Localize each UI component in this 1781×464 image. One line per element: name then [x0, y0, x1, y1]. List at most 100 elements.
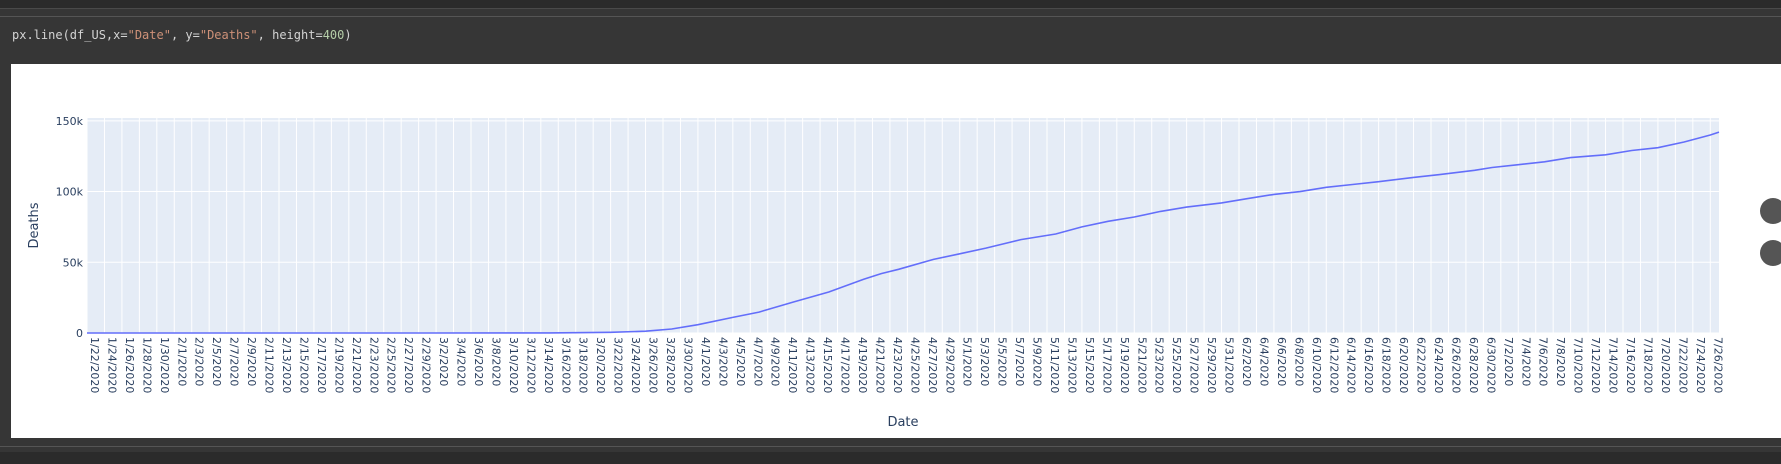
side-action-button[interactable]	[1760, 240, 1781, 266]
x-tick-label: 4/23/2020	[891, 337, 904, 393]
x-tick-label: 1/22/2020	[88, 337, 101, 393]
plot-output-panel: 1/22/2020 1/24/2020 1/26/2020 1/28/2020 1/30…	[11, 64, 1781, 438]
x-tick-label: 5/3/2020	[978, 337, 991, 386]
x-tick-label: 3/14/2020	[542, 337, 555, 393]
x-tick-label: 6/24/2020	[1432, 337, 1445, 393]
x-tick-label: 4/19/2020	[856, 337, 869, 393]
x-tick-label: 5/7/2020	[1013, 337, 1026, 386]
x-tick-label: 2/11/2020	[263, 337, 276, 393]
x-tick-label: 4/5/2020	[734, 337, 747, 386]
x-tick-label: 3/20/2020	[594, 337, 607, 393]
x-tick-label: 2/19/2020	[332, 337, 345, 393]
x-tick-label: 6/14/2020	[1345, 337, 1358, 393]
x-tick-label: 6/8/2020	[1292, 337, 1305, 386]
x-tick-label: 7/4/2020	[1519, 337, 1532, 386]
x-tick-label: 2/15/2020	[297, 337, 310, 393]
x-tick-label: 5/11/2020	[1048, 337, 1061, 393]
x-tick-label: 5/9/2020	[1031, 337, 1044, 386]
x-tick-label: 7/6/2020	[1537, 337, 1550, 386]
x-tick-label: 6/2/2020	[1240, 337, 1253, 386]
code-text: )	[344, 28, 352, 42]
code-text: , y=	[170, 28, 200, 42]
x-tick-label: 4/1/2020	[699, 337, 712, 386]
x-tick-label: 4/29/2020	[943, 337, 956, 393]
code-cell[interactable]: px.line(df_US,x="Date", y="Deaths", heig…	[12, 28, 352, 42]
x-tick-label: 3/10/2020	[507, 337, 520, 393]
x-tick-label: 7/8/2020	[1554, 337, 1567, 386]
x-tick-label: 3/22/2020	[612, 337, 625, 393]
x-tick-label: 6/12/2020	[1327, 337, 1340, 393]
x-tick-label: 2/7/2020	[228, 337, 241, 386]
x-tick-label: 3/24/2020	[629, 337, 642, 393]
x-tick-label: 6/20/2020	[1397, 337, 1410, 393]
x-tick-label: 7/18/2020	[1641, 337, 1654, 393]
code-text: px.line(df_US,x=	[12, 28, 128, 42]
x-tick-label: 3/12/2020	[524, 337, 537, 393]
x-tick-label: 5/29/2020	[1205, 337, 1218, 393]
x-tick-label: 6/22/2020	[1415, 337, 1428, 393]
x-tick-label: 4/3/2020	[716, 337, 729, 386]
x-tick-label: 4/21/2020	[873, 337, 886, 393]
code-string: "Deaths"	[199, 28, 258, 42]
x-tick-label: 4/7/2020	[751, 337, 764, 386]
x-tick-label: 2/3/2020	[193, 337, 206, 386]
x-axis-title: Date	[887, 415, 918, 430]
x-tick-label: 2/13/2020	[280, 337, 293, 393]
x-tick-label: 6/26/2020	[1449, 337, 1462, 393]
x-tick-label: 3/18/2020	[577, 337, 590, 393]
x-tick-label: 4/17/2020	[839, 337, 852, 393]
x-tick-label: 3/2/2020	[437, 337, 450, 386]
x-tick-label: 7/16/2020	[1624, 337, 1637, 393]
output-footer	[0, 452, 1781, 464]
x-tick-label: 7/10/2020	[1572, 337, 1585, 393]
x-tick-label: 6/4/2020	[1257, 337, 1270, 386]
x-tick-label: 7/22/2020	[1676, 337, 1689, 393]
code-text: , height=	[257, 28, 323, 42]
cell-divider	[0, 16, 1781, 17]
x-tick-label: 5/19/2020	[1118, 337, 1131, 393]
x-tick-label: 4/27/2020	[926, 337, 939, 393]
code-string: "Date"	[127, 28, 171, 42]
x-tick-label: 2/29/2020	[420, 337, 433, 393]
side-action-button[interactable]	[1760, 198, 1781, 224]
x-tick-label: 5/1/2020	[961, 337, 974, 386]
x-tick-label: 6/10/2020	[1310, 337, 1323, 393]
x-tick-label: 7/24/2020	[1694, 337, 1707, 393]
line-chart[interactable]: 1/22/2020 1/24/2020 1/26/2020 1/28/2020 1/30…	[11, 64, 1781, 438]
x-tick-label: 5/5/2020	[996, 337, 1009, 386]
y-tick-label: 100k	[56, 186, 84, 199]
x-tick-label: 3/28/2020	[664, 337, 677, 393]
x-tick-label: 7/2/2020	[1502, 337, 1515, 386]
x-tick-label: 7/12/2020	[1589, 337, 1602, 393]
y-tick-label: 50k	[63, 256, 84, 269]
x-tick-label: 5/31/2020	[1223, 337, 1236, 393]
x-tick-label: 5/23/2020	[1153, 337, 1166, 393]
x-tick-label: 1/30/2020	[158, 337, 171, 393]
x-tick-label: 5/27/2020	[1188, 337, 1201, 393]
x-tick-label: 4/13/2020	[804, 337, 817, 393]
x-tick-label: 2/9/2020	[245, 337, 258, 386]
x-tick-label: 4/15/2020	[821, 337, 834, 393]
code-number: 400	[322, 28, 345, 42]
cell-bottom-border	[0, 446, 1781, 447]
x-tick-label: 5/21/2020	[1135, 337, 1148, 393]
x-tick-label: 5/15/2020	[1083, 337, 1096, 393]
x-tick-label: 6/16/2020	[1362, 337, 1375, 393]
cell-top-border	[0, 0, 1781, 9]
x-tick-label: 4/11/2020	[786, 337, 799, 393]
x-tick-label: 6/18/2020	[1380, 337, 1393, 393]
x-tick-label: 2/27/2020	[402, 337, 415, 393]
y-tick-label: 150k	[56, 115, 84, 128]
x-tick-label: 2/5/2020	[210, 337, 223, 386]
x-tick-label: 6/28/2020	[1467, 337, 1480, 393]
x-tick-label: 7/20/2020	[1659, 337, 1672, 393]
x-tick-label: 2/21/2020	[350, 337, 363, 393]
x-tick-label: 1/26/2020	[123, 337, 136, 393]
x-tick-label: 5/17/2020	[1100, 337, 1113, 393]
x-tick-label: 3/16/2020	[559, 337, 572, 393]
x-tick-label: 3/30/2020	[681, 337, 694, 393]
x-tick-label: 5/13/2020	[1065, 337, 1078, 393]
x-tick-label: 6/6/2020	[1275, 337, 1288, 386]
x-tick-label: 3/4/2020	[455, 337, 468, 386]
x-tick-label: 7/26/2020	[1711, 337, 1724, 393]
